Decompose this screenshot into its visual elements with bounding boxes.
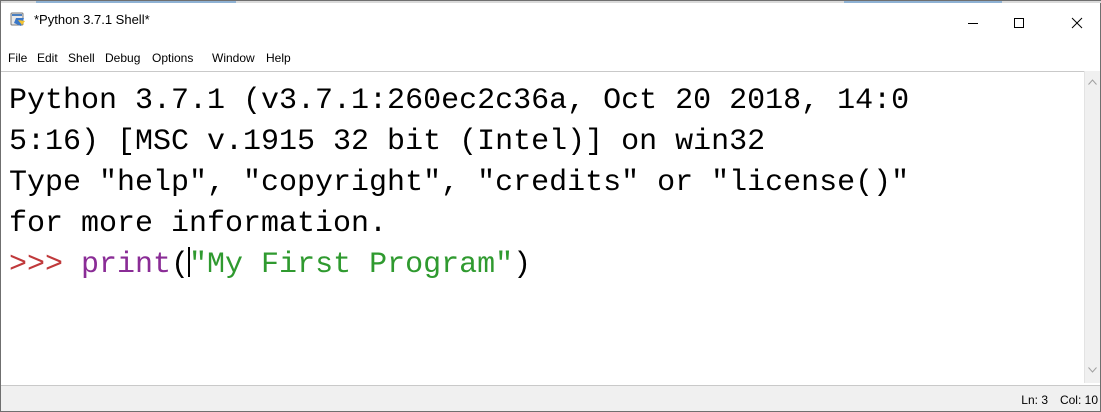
status-bar: Ln: 3 Col: 10 bbox=[1, 385, 1100, 411]
menu-debug[interactable]: Debug bbox=[105, 51, 140, 65]
banner-line-3: Type "help", "copyright", "credits" or "… bbox=[9, 166, 910, 200]
status-line: Ln: 3 bbox=[1021, 393, 1048, 407]
maximize-button[interactable] bbox=[996, 3, 1042, 42]
menu-options[interactable]: Options bbox=[152, 51, 193, 65]
menu-window[interactable]: Window bbox=[212, 51, 255, 65]
print-keyword: print bbox=[81, 248, 172, 282]
menu-file[interactable]: File bbox=[8, 51, 27, 65]
status-column: Col: 10 bbox=[1059, 393, 1098, 407]
vertical-scrollbar[interactable] bbox=[1084, 71, 1100, 383]
menu-help[interactable]: Help bbox=[266, 51, 291, 65]
menu-bar: File Edit Shell Debug Options Window Hel… bbox=[1, 43, 1100, 71]
close-icon bbox=[1071, 17, 1083, 29]
banner-line-2: 5:16) [MSC v.1915 32 bit (Intel)] on win… bbox=[9, 125, 766, 159]
shell-prompt: >>> bbox=[9, 248, 82, 282]
python-idle-icon bbox=[10, 11, 26, 27]
close-paren: ) bbox=[513, 248, 532, 282]
banner-line-4: for more information. bbox=[9, 207, 388, 241]
shell-text-area[interactable]: Python 3.7.1 (v3.7.1:260ec2c36a, Oct 20 … bbox=[1, 71, 1084, 383]
banner-line-1: Python 3.7.1 (v3.7.1:260ec2c36a, Oct 20 … bbox=[9, 84, 910, 118]
menu-edit[interactable]: Edit bbox=[37, 51, 58, 65]
maximize-icon bbox=[1014, 18, 1024, 28]
input-line[interactable]: >>> print("My First Program") bbox=[9, 247, 531, 283]
idle-shell-window: *Python 3.7.1 Shell* File Edit Shell Deb… bbox=[0, 0, 1101, 412]
scroll-up-arrow-icon[interactable] bbox=[1088, 79, 1097, 85]
menu-shell[interactable]: Shell bbox=[68, 51, 95, 65]
window-title: *Python 3.7.1 Shell* bbox=[34, 12, 150, 27]
open-paren: ( bbox=[171, 248, 190, 282]
close-button[interactable] bbox=[1054, 3, 1100, 42]
title-bar[interactable]: *Python 3.7.1 Shell* bbox=[1, 3, 1100, 42]
string-literal: "My First Program" bbox=[189, 248, 514, 282]
minimize-icon bbox=[968, 23, 978, 24]
scroll-down-arrow-icon[interactable] bbox=[1088, 367, 1097, 373]
minimize-button[interactable] bbox=[950, 3, 996, 42]
